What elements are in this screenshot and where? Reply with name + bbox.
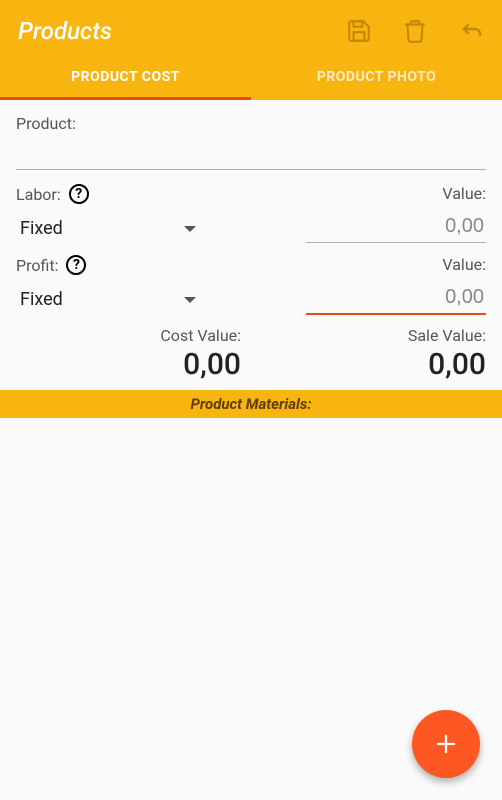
labor-label-line: Labor: ? (16, 184, 243, 204)
cost-value: 0,00 (16, 347, 241, 382)
app-header: Products (0, 0, 502, 100)
cost-value-label: Cost Value: (16, 326, 241, 345)
labor-value-input[interactable] (306, 213, 486, 243)
tab-product-photo[interactable]: PRODUCT PHOTO (251, 57, 502, 100)
profit-type-value: Fixed (20, 289, 63, 310)
labor-row: Labor: ? Fixed Value: (0, 174, 502, 245)
help-icon[interactable]: ? (66, 255, 86, 275)
delete-icon[interactable] (400, 16, 430, 46)
cost-summary: Cost Value: 0,00 (16, 326, 241, 382)
profit-row: Profit: ? Fixed Value: (0, 245, 502, 316)
summary-row: Cost Value: 0,00 Sale Value: 0,00 (0, 316, 502, 390)
chevron-down-icon (184, 297, 196, 303)
sale-value-label: Sale Value: (261, 326, 486, 345)
labor-type-value: Fixed (20, 218, 63, 239)
labor-label: Labor: (16, 185, 61, 204)
chevron-down-icon (184, 226, 196, 232)
labor-value-label: Value: (442, 184, 486, 203)
back-icon[interactable] (456, 16, 486, 46)
help-icon[interactable]: ? (69, 184, 89, 204)
product-input[interactable] (16, 137, 486, 170)
product-field: Product: (0, 100, 502, 174)
page-title: Products (18, 17, 112, 45)
tab-product-cost[interactable]: PRODUCT COST (0, 57, 251, 100)
save-icon[interactable] (344, 16, 374, 46)
labor-type-select[interactable]: Fixed (16, 214, 196, 245)
product-label: Product: (16, 114, 486, 133)
content: Product: Labor: ? Fixed Value: Profit: ? (0, 100, 502, 418)
profit-label-line: Profit: ? (16, 255, 243, 275)
header-top: Products (0, 0, 502, 57)
sale-value: 0,00 (261, 347, 486, 382)
tabs: PRODUCT COST PRODUCT PHOTO (0, 57, 502, 100)
profit-label: Profit: (16, 256, 58, 275)
materials-header: Product Materials: (0, 390, 502, 418)
sale-summary: Sale Value: 0,00 (261, 326, 486, 382)
header-actions (344, 16, 486, 46)
profit-value-label: Value: (442, 255, 486, 274)
add-button[interactable] (412, 710, 480, 778)
profit-value-input[interactable] (306, 284, 486, 315)
profit-type-select[interactable]: Fixed (16, 285, 196, 316)
